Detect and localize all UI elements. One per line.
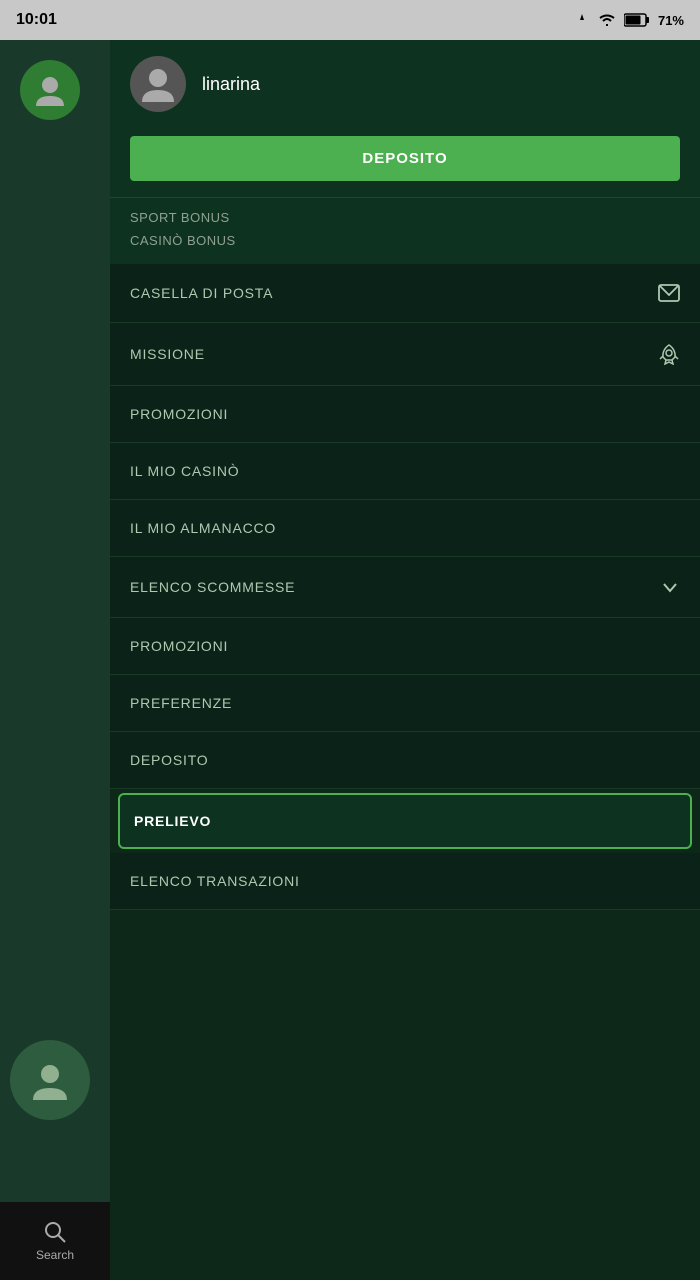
menu-item-promozioni-2[interactable]: PROMOZIONI [110, 618, 700, 675]
menu-label-deposito: DEPOSITO [130, 752, 209, 768]
sport-bonus-item[interactable]: SPORT BONUS [130, 206, 680, 229]
menu-item-prelievo[interactable]: PRELIEVO [118, 793, 692, 849]
chevron-down-icon [660, 577, 680, 597]
bottom-search-bar[interactable]: Search [0, 1202, 110, 1280]
menu-item-il-mio-almanacco[interactable]: IL MIO ALMANACCO [110, 500, 700, 557]
profile-header: linarina [110, 40, 700, 128]
casino-bonus-item[interactable]: CASINÒ BONUS [130, 229, 680, 252]
menu-label-elenco-transazioni: ELENCO TRANSAZIONI [130, 873, 300, 889]
rocket-icon [658, 343, 680, 365]
status-icons: 71% [574, 12, 684, 28]
menu-item-preferenze[interactable]: PREFERENZE [110, 675, 700, 732]
left-circle-decoration [10, 1040, 90, 1120]
menu-label-missione: MISSIONE [130, 346, 205, 362]
battery-icon [624, 13, 650, 27]
left-avatar [20, 60, 80, 120]
deposit-button[interactable]: DEPOSITO [130, 136, 680, 181]
drawer-panel: linarina DEPOSITO SPORT BONUS CASINÒ BON… [110, 40, 700, 1280]
menu-label-il-mio-almanacco: IL MIO ALMANACCO [130, 520, 276, 536]
search-icon [43, 1220, 67, 1244]
menu-label-preferenze: PREFERENZE [130, 695, 232, 711]
menu-item-missione[interactable]: MISSIONE [110, 323, 700, 386]
menu-item-deposito[interactable]: DEPOSITO [110, 732, 700, 789]
menu-label-casella-di-posta: CASELLA DI POSTA [130, 285, 273, 301]
search-label: Search [36, 1248, 74, 1262]
battery-percentage: 71% [658, 13, 684, 28]
menu-item-promozioni-1[interactable]: PROMOZIONI [110, 386, 700, 443]
menu-label-promozioni-1: PROMOZIONI [130, 406, 228, 422]
menu-item-il-mio-casino[interactable]: IL MIO CASINÒ [110, 443, 700, 500]
deposit-button-container: DEPOSITO [110, 128, 700, 197]
menu-label-prelievo: PRELIEVO [134, 813, 211, 829]
menu-item-elenco-transazioni[interactable]: ELENCO TRANSAZIONI [110, 853, 700, 910]
avatar-icon [138, 64, 178, 104]
menu-label-promozioni-2: PROMOZIONI [130, 638, 228, 654]
wifi-icon [598, 13, 616, 27]
menu-item-casella-di-posta[interactable]: CASELLA DI POSTA [110, 264, 700, 323]
bonus-section: SPORT BONUS CASINÒ BONUS [110, 197, 700, 264]
menu-item-elenco-scommesse[interactable]: ELENCO SCOMMESSE [110, 557, 700, 618]
status-bar: 10:01 71% [0, 0, 700, 40]
menu-list: CASELLA DI POSTA MISSIONE PROMOZIONI IL … [110, 264, 700, 910]
person-icon-left [32, 72, 68, 108]
signal-icon [574, 12, 590, 28]
status-time: 10:01 [16, 11, 57, 29]
profile-avatar [130, 56, 186, 112]
person-icon-circle [28, 1058, 72, 1102]
menu-label-elenco-scommesse: ELENCO SCOMMESSE [130, 579, 295, 595]
menu-label-il-mio-casino: IL MIO CASINÒ [130, 463, 239, 479]
mail-icon [658, 284, 680, 302]
profile-username: linarina [202, 74, 260, 95]
